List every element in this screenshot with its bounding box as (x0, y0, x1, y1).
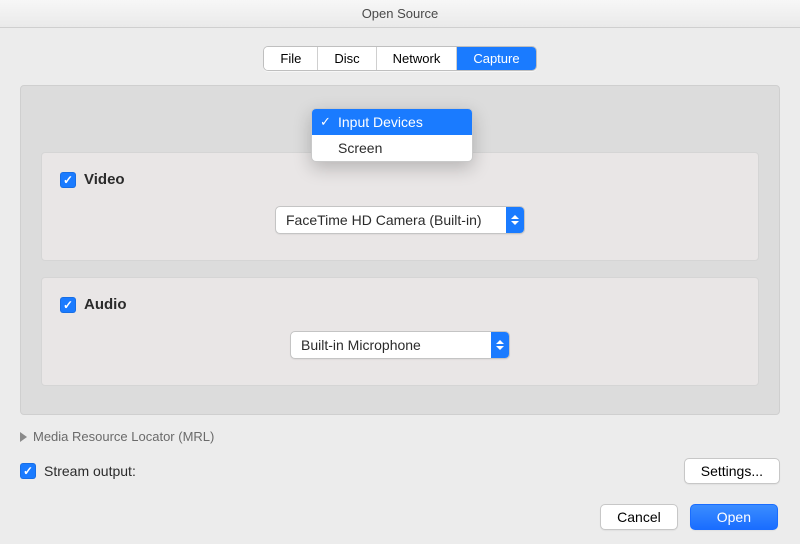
tab-disc[interactable]: Disc (318, 47, 376, 70)
audio-select-row: Built-in Microphone (60, 331, 740, 359)
disclosure-triangle-icon (20, 432, 27, 442)
video-section: Video FaceTime HD Camera (Built-in) (41, 152, 759, 261)
dialog-footer: Cancel Open (600, 504, 778, 530)
video-header: Video (60, 171, 740, 188)
capture-panel: Input Devices Screen Video FaceTime HD C… (20, 85, 780, 415)
video-select-row: FaceTime HD Camera (Built-in) (60, 206, 740, 234)
video-device-select[interactable]: FaceTime HD Camera (Built-in) (275, 206, 525, 234)
segmented-control: File Disc Network Capture (263, 46, 536, 71)
tab-file[interactable]: File (264, 47, 318, 70)
audio-device-select[interactable]: Built-in Microphone (290, 331, 510, 359)
tab-network[interactable]: Network (377, 47, 458, 70)
tab-capture[interactable]: Capture (457, 47, 535, 70)
audio-label: Audio (84, 296, 127, 313)
settings-button[interactable]: Settings... (684, 458, 780, 484)
audio-section: Audio Built-in Microphone (41, 277, 759, 386)
mrl-label: Media Resource Locator (MRL) (33, 429, 214, 444)
window-title: Open Source (0, 0, 800, 28)
stream-output-group: Stream output: (20, 463, 136, 479)
audio-checkbox[interactable] (60, 297, 76, 313)
cancel-button[interactable]: Cancel (600, 504, 678, 530)
dropdown-item-input-devices[interactable]: Input Devices (312, 109, 472, 135)
audio-device-value: Built-in Microphone (291, 332, 491, 358)
content-area: File Disc Network Capture Input Devices … (0, 28, 800, 484)
stream-output-label: Stream output: (44, 463, 136, 479)
video-checkbox[interactable] (60, 172, 76, 188)
video-label: Video (84, 171, 125, 188)
open-button[interactable]: Open (690, 504, 778, 530)
open-source-window: Open Source File Disc Network Capture In… (0, 0, 800, 544)
audio-header: Audio (60, 296, 740, 313)
stream-output-row: Stream output: Settings... (20, 458, 780, 484)
dropdown-item-screen[interactable]: Screen (312, 135, 472, 161)
video-device-value: FaceTime HD Camera (Built-in) (276, 207, 506, 233)
stream-output-checkbox[interactable] (20, 463, 36, 479)
select-stepper-icon (506, 207, 524, 233)
select-stepper-icon (491, 332, 509, 358)
mrl-disclosure-row[interactable]: Media Resource Locator (MRL) (20, 429, 780, 444)
source-tabs: File Disc Network Capture (20, 46, 780, 71)
capture-mode-dropdown: Input Devices Screen (311, 108, 473, 162)
